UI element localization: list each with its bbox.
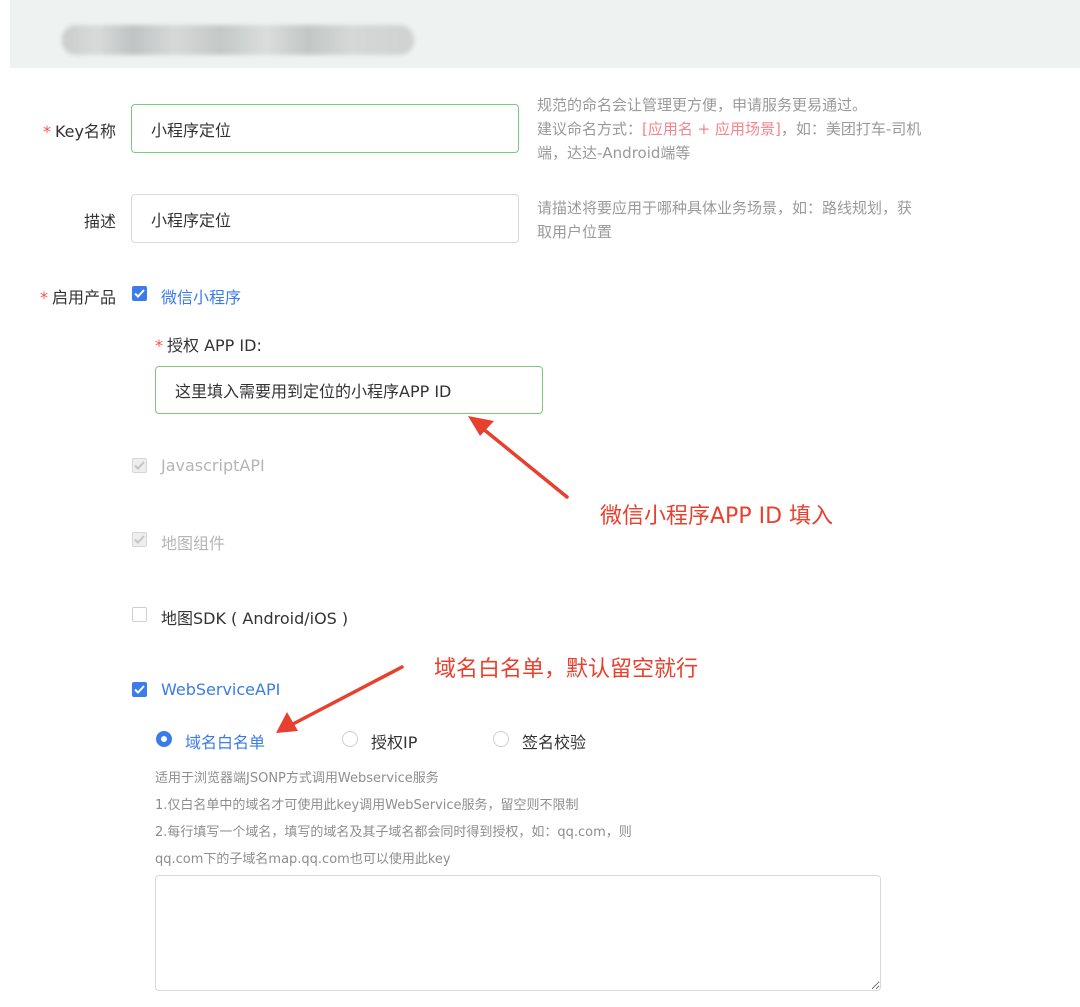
whitelist-annotation: 域名白名单，默认留空就行 — [434, 657, 699, 682]
appid-arrow-icon — [468, 416, 569, 499]
whitelist-arrow-icon — [276, 665, 404, 733]
appid-annotation: 微信小程序APP ID 填入 — [600, 504, 833, 529]
annotation-arrows — [276, 416, 569, 733]
